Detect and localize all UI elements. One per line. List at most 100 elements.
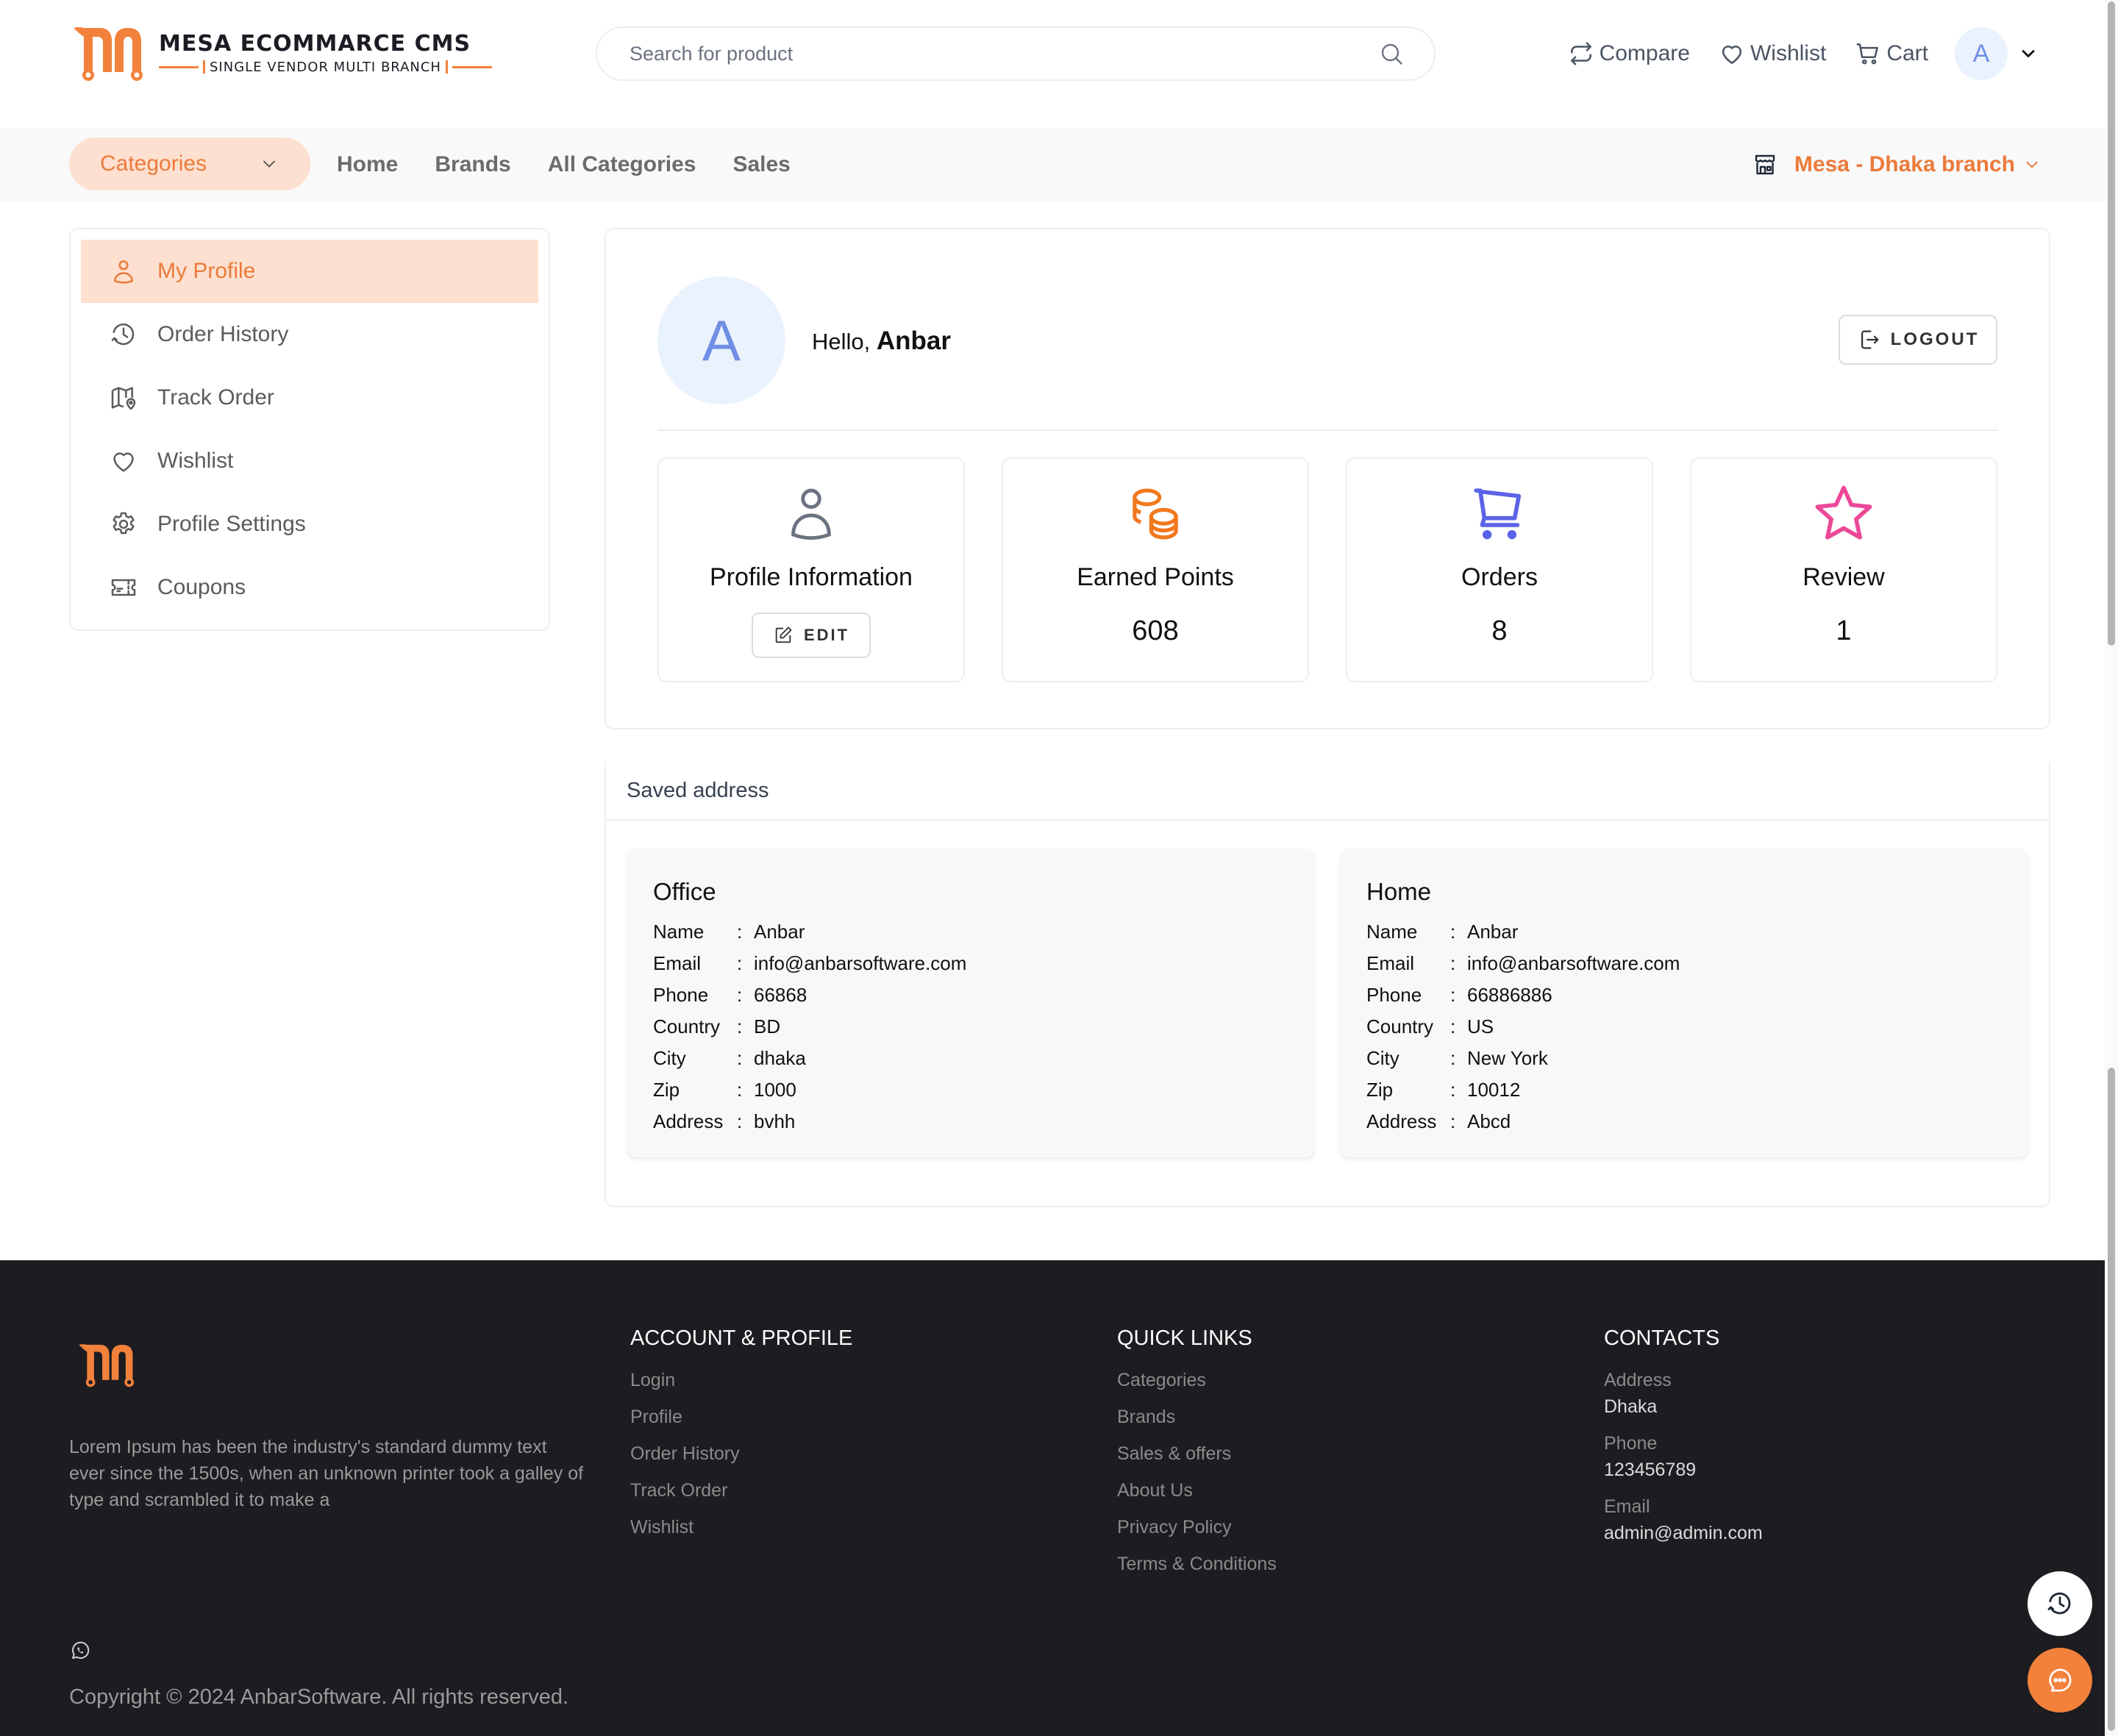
address-type: Office: [653, 878, 716, 905]
stat-value: 608: [1132, 615, 1179, 646]
footer-link-terms[interactable]: Terms & Conditions: [1117, 1554, 1277, 1590]
stat-profile-information: Profile Information EDIT: [657, 457, 965, 682]
contact-label: Address: [1604, 1370, 1672, 1390]
search-input[interactable]: [630, 42, 1378, 65]
heart-icon: [113, 452, 134, 472]
scrollbar-thumb[interactable]: [2108, 1068, 2115, 1731]
recently-viewed-button[interactable]: [2028, 1571, 2092, 1636]
nav-brands[interactable]: Brands: [435, 152, 510, 177]
chevron-down-icon: [263, 160, 275, 168]
cart-icon: [1856, 43, 1879, 65]
address-row: Address: bvhh: [653, 1110, 796, 1132]
compare-link[interactable]: Compare: [1567, 40, 1690, 68]
saved-address-title: Saved address: [606, 762, 2049, 821]
footer-link-sales-offers[interactable]: Sales & offers: [1117, 1443, 1277, 1480]
categories-dropdown[interactable]: Categories: [69, 137, 310, 190]
profile-card: A Hello, Anbar LOGOUT Profile Informatio…: [605, 228, 2050, 729]
top-header: MESA ECOMMARCE CMS SINGLE VENDOR MULTI B…: [0, 0, 2105, 128]
compare-icon: [1570, 42, 1591, 65]
brand-title: MESA ECOMMARCE CMS: [159, 30, 471, 57]
brand-logo[interactable]: MESA ECOMMARCE CMS SINGLE VENDOR MULTI B…: [71, 24, 492, 82]
footer-link-profile[interactable]: Profile: [630, 1407, 852, 1443]
scrollbar-thumb[interactable]: [2108, 1, 2115, 646]
footer-link-order-history[interactable]: Order History: [630, 1443, 852, 1480]
sidebar-item-label: Wishlist: [157, 449, 234, 473]
cart-icon: [1474, 488, 1522, 540]
sidebar-item-my-profile[interactable]: My Profile: [81, 240, 538, 303]
stat-label: Orders: [1461, 563, 1538, 591]
address-row: Country: BD: [653, 1015, 781, 1037]
nav-home[interactable]: Home: [337, 152, 398, 177]
contact-value: 123456789: [1604, 1460, 1697, 1480]
history-icon: [111, 323, 135, 346]
edit-profile-button[interactable]: EDIT: [752, 612, 871, 658]
address-row: City: New York: [1366, 1047, 1548, 1069]
footer-column-title: CONTACTS: [1604, 1326, 1720, 1350]
compare-label: Compare: [1599, 41, 1690, 65]
divider: [657, 429, 1997, 431]
sidebar-item-track-order[interactable]: Track Order: [81, 366, 538, 429]
footer-link-categories[interactable]: Categories: [1117, 1370, 1277, 1407]
footer-column-title: ACCOUNT & PROFILE: [630, 1326, 853, 1350]
sidebar-item-label: Order History: [157, 322, 289, 346]
sidebar-item-label: Track Order: [157, 385, 274, 410]
greeting: Hello, Anbar: [812, 326, 951, 356]
stat-value: 8: [1491, 615, 1508, 646]
stat-earned-points: Earned Points 608: [1002, 457, 1309, 682]
chat-button[interactable]: [2028, 1648, 2092, 1712]
logout-button[interactable]: LOGOUT: [1839, 315, 1997, 365]
branch-label: Mesa - Dhaka branch: [1794, 152, 2015, 176]
whatsapp-icon[interactable]: [69, 1640, 91, 1662]
sidebar-item-profile-settings[interactable]: Profile Settings: [81, 493, 538, 556]
footer-link-brands[interactable]: Brands: [1117, 1407, 1277, 1443]
brand-subtitle: SINGLE VENDOR MULTI BRANCH: [210, 59, 441, 75]
user-icon: [114, 260, 133, 284]
footer-link-login[interactable]: Login: [630, 1370, 852, 1407]
store-icon: [1755, 154, 1775, 175]
chevron-down-icon[interactable]: [2018, 43, 2039, 64]
address-card-office[interactable]: Office Name: Anbar Email: info@anbarsoftwa…: [627, 849, 1315, 1157]
search-bar: [596, 26, 1436, 81]
footer-link-privacy-policy[interactable]: Privacy Policy: [1117, 1517, 1277, 1554]
user-icon: [791, 488, 831, 540]
edit-icon: [775, 626, 792, 643]
footer-column-title: QUICK LINKS: [1117, 1326, 1252, 1350]
scrollbar[interactable]: [2105, 0, 2118, 1736]
stat-label: Review: [1803, 563, 1885, 591]
edit-label: EDIT: [803, 626, 850, 644]
sidebar-item-coupons[interactable]: Coupons: [81, 556, 538, 619]
nav-sales[interactable]: Sales: [732, 152, 790, 177]
sidebar-item-wishlist[interactable]: Wishlist: [81, 429, 538, 493]
footer-link-about-us[interactable]: About Us: [1117, 1480, 1277, 1517]
footer-link-track-order[interactable]: Track Order: [630, 1480, 852, 1517]
greeting-text: Hello,: [812, 329, 871, 354]
user-avatar[interactable]: A: [1955, 27, 2008, 80]
footer-logo-icon[interactable]: [76, 1341, 140, 1388]
account-sidebar: My Profile Order History Track Order Wis…: [69, 228, 550, 631]
heart-icon: [1722, 46, 1742, 64]
address-row: Phone:66868: [653, 984, 807, 1006]
address-row: Zip:1000: [653, 1079, 796, 1101]
cart-label: Cart: [1886, 41, 1928, 65]
contact-value: Dhaka: [1604, 1396, 1658, 1417]
wishlist-link[interactable]: Wishlist: [1718, 40, 1826, 68]
nav-all-categories[interactable]: All Categories: [548, 152, 696, 177]
chat-icon: [2049, 1668, 2072, 1692]
footer-link-wishlist[interactable]: Wishlist: [630, 1517, 852, 1554]
stat-label: Earned Points: [1077, 563, 1234, 591]
contact-label: Phone: [1604, 1433, 1658, 1454]
search-icon[interactable]: [1378, 40, 1405, 67]
branch-selector[interactable]: Mesa - Dhaka branch: [1752, 128, 2042, 201]
sidebar-item-order-history[interactable]: Order History: [81, 303, 538, 366]
cart-link[interactable]: Cart: [1854, 40, 1928, 68]
address-card-home[interactable]: Home Name: Anbar Email: info@anbarsoftware…: [1340, 849, 2028, 1157]
stat-review: Review 1: [1690, 457, 1997, 682]
main-nav: Categories Home Brands All Categories Sa…: [0, 128, 2105, 201]
address-row: Phone:66886886: [1366, 984, 1552, 1006]
contact-value[interactable]: admin@admin.com: [1604, 1523, 1763, 1560]
stat-label: Profile Information: [710, 563, 913, 591]
address-row: City: dhaka: [653, 1047, 806, 1069]
footer-contacts-column: CONTACTS Address Dhaka Phone 123456789 E…: [1604, 1326, 1763, 1560]
sidebar-item-label: Coupons: [157, 575, 246, 599]
address-row: Zip:10012: [1366, 1079, 1521, 1101]
